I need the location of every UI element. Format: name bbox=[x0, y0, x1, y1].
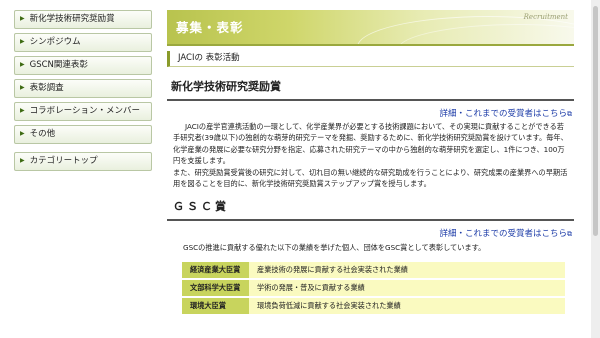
table-row: 文部科学大臣賞 学術の発展・普及に貢献する業績 bbox=[182, 280, 565, 297]
paragraph-text: また、研究奨励賞受賞後の研究に対して、切れ目の無い継続的な研究助成を行うことによ… bbox=[173, 167, 568, 189]
details-link-gsc-award[interactable]: 詳細・これまでの受賞者はこちら⧉ bbox=[167, 227, 574, 239]
table-row: 経済産業大臣賞 産業技術の発展に貢献する社会実装された業績 bbox=[182, 262, 565, 279]
external-link-icon: ⧉ bbox=[567, 110, 572, 118]
sidebar-item-label: コラボレーション・メンバー bbox=[29, 106, 140, 116]
main-content: 募集・表彰 Recruitment JACIの 表彰活動 新化学技術研究奨励賞 … bbox=[167, 10, 574, 316]
award-description: JACIの産学官連携活動の一環として、化学産業界が必要とする技術課題において、そ… bbox=[167, 121, 574, 189]
table-row: 環境大臣賞 環境負荷低減に貢献する社会実装された業績 bbox=[182, 298, 565, 315]
section-title-gsc-award: ＧＳＣ賞 bbox=[167, 198, 574, 222]
sidebar-item-new-chem-award[interactable]: ▶ 新化学技術研究奨励賞 bbox=[14, 10, 152, 29]
arrow-right-icon: ▶ bbox=[20, 15, 25, 22]
page-banner: 募集・表彰 Recruitment bbox=[167, 10, 574, 46]
sidebar-item-label: その他 bbox=[29, 129, 56, 139]
arrow-right-icon: ▶ bbox=[20, 61, 25, 68]
sidebar-item-category-top[interactable]: ▶ カテゴリートップ bbox=[14, 152, 152, 171]
banner-english-label: Recruitment bbox=[523, 13, 568, 21]
sidebar-item-other[interactable]: ▶ その他 bbox=[14, 125, 152, 144]
link-text: 詳細・これまでの受賞者はこちら bbox=[439, 109, 567, 119]
details-link-new-chem-award[interactable]: 詳細・これまでの受賞者はこちら⧉ bbox=[167, 107, 574, 119]
award-name: 環境大臣賞 bbox=[182, 298, 249, 315]
arrow-right-icon: ▶ bbox=[20, 84, 25, 91]
arrow-right-icon: ▶ bbox=[20, 157, 25, 164]
sidebar-item-label: 表彰調査 bbox=[29, 83, 64, 93]
vertical-scrollbar[interactable] bbox=[591, 0, 600, 338]
scrollbar-thumb[interactable] bbox=[593, 6, 598, 236]
award-name: 文部科学大臣賞 bbox=[182, 280, 249, 297]
award-table: 経済産業大臣賞 産業技術の発展に貢献する社会実装された業績 文部科学大臣賞 学術… bbox=[182, 260, 565, 316]
sidebar-item-label: カテゴリートップ bbox=[29, 156, 98, 166]
paragraph-text: JACIの産学官連携活動の一環として、化学産業界が必要とする技術課題において、そ… bbox=[173, 122, 568, 166]
award-description-cell: 学術の発展・普及に貢献する業績 bbox=[249, 280, 565, 297]
arrow-right-icon: ▶ bbox=[20, 107, 25, 114]
sidebar-item-award-survey[interactable]: ▶ 表彰調査 bbox=[14, 79, 152, 98]
arrow-right-icon: ▶ bbox=[20, 130, 25, 137]
sidebar-item-label: GSCN関連表彰 bbox=[29, 60, 88, 70]
award-description-cell: 環境負荷低減に貢献する社会実装された業績 bbox=[249, 298, 565, 315]
award-description-cell: 産業技術の発展に貢献する社会実装された業績 bbox=[249, 262, 565, 279]
sidebar-nav: ▶ 新化学技術研究奨励賞 ▶ シンポジウム ▶ GSCN関連表彰 ▶ 表彰調査 ▶ コラボ… bbox=[14, 10, 152, 175]
award-name: 経済産業大臣賞 bbox=[182, 262, 249, 279]
gsc-award-intro: GSCの推進に貢献する優れた以下の業績を挙げた個人、団体をGSC賞として表彰して… bbox=[183, 243, 486, 253]
section-title-new-chem-award: 新化学技術研究奨励賞 bbox=[167, 78, 574, 101]
link-text: 詳細・これまでの受賞者はこちら bbox=[439, 229, 567, 240]
section-subheader: JACIの 表彰活動 bbox=[167, 51, 574, 67]
sidebar-item-gscn-awards[interactable]: ▶ GSCN関連表彰 bbox=[14, 56, 152, 75]
sidebar-item-symposium[interactable]: ▶ シンポジウム bbox=[14, 33, 152, 52]
external-link-icon: ⧉ bbox=[567, 230, 572, 239]
arrow-right-icon: ▶ bbox=[20, 38, 25, 45]
page-title: 募集・表彰 bbox=[176, 20, 244, 35]
sidebar-item-label: 新化学技術研究奨励賞 bbox=[29, 14, 115, 24]
sidebar-item-label: シンポジウム bbox=[29, 37, 81, 47]
sidebar-item-collaboration-members[interactable]: ▶ コラボレーション・メンバー bbox=[14, 102, 152, 121]
